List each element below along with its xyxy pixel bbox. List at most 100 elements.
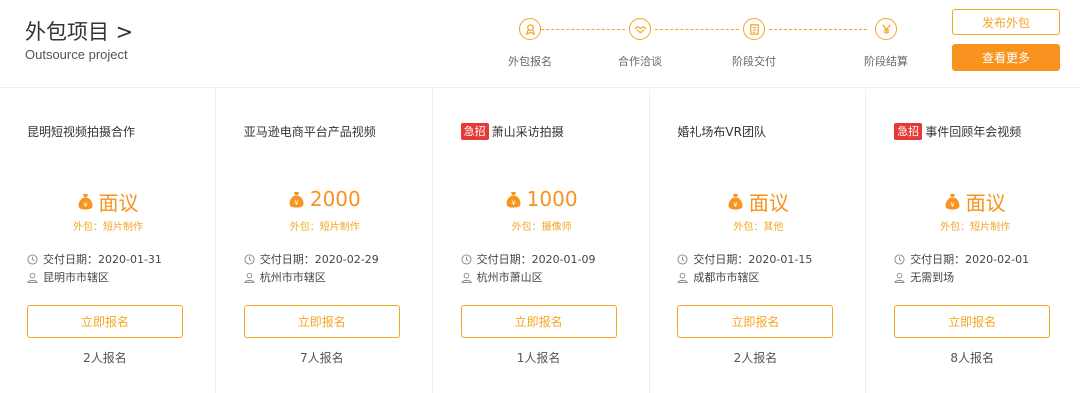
step-label: 阶段交付 (732, 55, 776, 68)
project-category: 外包：其他 (733, 222, 784, 233)
location-person-icon (894, 272, 905, 283)
project-title[interactable]: 急招 萧山采访拍摄 (460, 123, 564, 140)
project-title-text: 亚马逊电商平台产品视频 (243, 125, 376, 139)
delivery-date: 交付日期：2020-02-01 (894, 251, 1029, 267)
page-title[interactable]: 外包项目 > (25, 16, 133, 46)
project-card[interactable]: 亚马逊电商平台产品视频 ¥2000 外包：短片制作交付日期：2020-02-29 杭州… (217, 89, 433, 393)
location: 杭州市萧山区 (460, 269, 543, 285)
project-card[interactable]: 急招 事件回顾年会视频 ¥ 面议外包：短片制作交付日期：2020-02-01 无需到场立… (867, 89, 1080, 393)
location-text: 无需到场 (910, 271, 955, 284)
urgent-badge: 急招 (894, 123, 923, 140)
step-label: 阶段结算 (864, 55, 908, 68)
location-person-icon (27, 272, 38, 283)
clock-icon (27, 253, 38, 265)
location-person-icon (677, 272, 689, 283)
location-text: 昆明市市辖区 (43, 271, 109, 284)
project-title-text: 萧山采访拍摄 (491, 125, 564, 139)
delivery-date: 交付日期：2020-01-31 (27, 251, 162, 267)
page-header: 外包项目 > Outsource project 外包报名 合作洽谈 阶段交付 (0, 0, 1080, 88)
step-label: 外包报名 (508, 55, 552, 68)
signup-count: 7人报名 (299, 351, 344, 365)
project-title[interactable]: 婚礼场布VR团队 (677, 123, 766, 140)
money-bag-icon: ¥ (506, 191, 521, 207)
project-title-text: 事件回顾年会视频 (925, 125, 1022, 139)
price-value: 1000 (526, 187, 578, 211)
signup-count: 8人报名 (950, 351, 994, 365)
clock-icon (461, 253, 472, 265)
project-title[interactable]: 亚马逊电商平台产品视频 (244, 123, 376, 140)
project-card[interactable]: 婚礼场布VR团队 ¥ 面议外包：其他交付日期：2020-01-15 成都市市辖区立即报… (650, 89, 867, 393)
step-label: 合作洽谈 (618, 55, 662, 68)
page-subtitle: Outsource project (25, 47, 128, 62)
process-steps: 外包报名 合作洽谈 阶段交付 阶段结算 (488, 18, 928, 68)
step-signup: 外包报名 (495, 18, 565, 69)
price-value: 面议 (98, 191, 139, 215)
price: ¥1000 (434, 187, 650, 211)
apply-now-button[interactable]: 立即报名 (894, 305, 1051, 338)
signup-count: 1人报名 (516, 351, 561, 365)
price: ¥ 面议 (867, 187, 1080, 216)
clock-icon (677, 253, 688, 265)
location: 杭州市市辖区 (244, 269, 326, 285)
location-person-icon (460, 272, 472, 283)
svg-text:¥: ¥ (511, 199, 516, 207)
delivery-icon (743, 18, 765, 40)
project-category: 外包：摄像师 (511, 222, 572, 233)
location-person-icon (244, 272, 255, 283)
delivery-date-text: 交付日期：2020-02-29 (259, 253, 379, 266)
project-title-text: 婚礼场布VR团队 (677, 125, 766, 139)
price-value: 2000 (309, 187, 361, 211)
project-card[interactable]: 昆明短视频拍摄合作 ¥ 面议外包：短片制作交付日期：2020-01-31 昆明市市辖区… (0, 89, 216, 393)
svg-text:¥: ¥ (83, 201, 88, 209)
apply-now-button[interactable]: 立即报名 (677, 305, 834, 338)
location-text: 成都市市辖区 (693, 271, 760, 284)
money-bag-icon: ¥ (78, 194, 92, 210)
yen-icon (875, 18, 897, 40)
location-text: 杭州市萧山区 (476, 271, 543, 284)
step-delivery: 阶段交付 (719, 18, 789, 69)
urgent-badge: 急招 (460, 123, 489, 140)
apply-now-button[interactable]: 立即报名 (460, 305, 617, 338)
location: 无需到场 (894, 269, 954, 285)
clock-icon (894, 253, 905, 265)
delivery-date-text: 交付日期：2020-01-09 (476, 253, 596, 266)
svg-text:¥: ¥ (733, 201, 738, 209)
delivery-date: 交付日期：2020-02-29 (244, 251, 379, 267)
project-card[interactable]: 急招 萧山采访拍摄 ¥1000 外包：摄像师交付日期：2020-01-09 杭州市萧山区… (434, 89, 650, 393)
money-bag-icon: ¥ (728, 194, 743, 210)
project-title[interactable]: 昆明短视频拍摄合作 (27, 123, 135, 140)
signup-count: 2人报名 (733, 351, 778, 365)
delivery-date-text: 交付日期：2020-02-01 (910, 253, 1030, 266)
apply-now-button[interactable]: 立即报名 (27, 305, 183, 338)
delivery-date-text: 交付日期：2020-01-15 (693, 253, 813, 266)
price: ¥2000 (217, 187, 433, 211)
price-value: 面议 (965, 191, 1006, 215)
signup-icon (519, 18, 541, 40)
svg-text:¥: ¥ (950, 201, 955, 209)
money-bag-icon: ¥ (289, 191, 304, 207)
price-value: 面议 (748, 191, 789, 215)
location-text: 杭州市市辖区 (259, 271, 326, 284)
step-negotiation: 合作洽谈 (605, 18, 675, 69)
project-title[interactable]: 急招 事件回顾年会视频 (894, 123, 1021, 140)
project-title-text: 昆明短视频拍摄合作 (27, 125, 136, 139)
delivery-date: 交付日期：2020-01-09 (461, 251, 596, 267)
delivery-date: 交付日期：2020-01-15 (677, 251, 812, 267)
apply-now-button[interactable]: 立即报名 (243, 305, 400, 338)
handshake-icon (629, 18, 651, 40)
location: 昆明市市辖区 (27, 269, 109, 285)
price: ¥ 面议 (650, 187, 866, 216)
money-bag-icon: ¥ (945, 194, 960, 210)
price: ¥ 面议 (0, 187, 216, 216)
delivery-date-text: 交付日期：2020-01-31 (43, 253, 162, 266)
publish-outsource-button[interactable]: 发布外包 (952, 9, 1060, 35)
location: 成都市市辖区 (677, 269, 759, 285)
clock-icon (244, 253, 255, 265)
signup-count: 2人报名 (83, 351, 127, 365)
view-more-button[interactable]: 查看更多 (952, 44, 1060, 71)
project-category: 外包：短片制作 (940, 222, 1011, 233)
svg-text:¥: ¥ (294, 199, 299, 207)
project-list: 昆明短视频拍摄合作 ¥ 面议外包：短片制作交付日期：2020-01-31 昆明市市辖区… (0, 89, 1080, 393)
project-category: 外包：短片制作 (289, 222, 360, 233)
project-category: 外包：短片制作 (73, 222, 143, 233)
